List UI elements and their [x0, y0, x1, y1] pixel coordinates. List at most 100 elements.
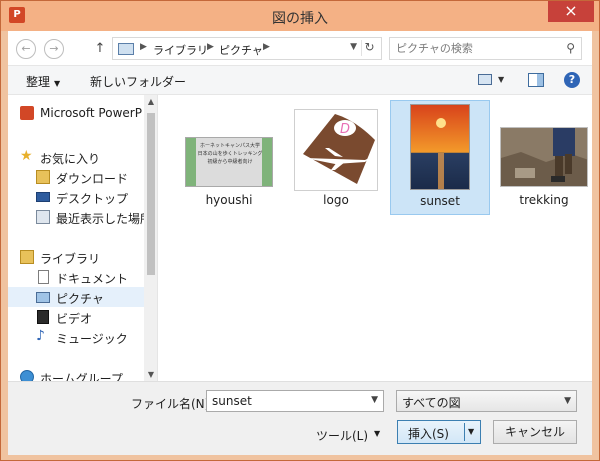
split-divider [464, 423, 465, 441]
pictures-library-icon [118, 43, 134, 55]
file-tile[interactable]: trekking [494, 103, 594, 215]
filename-combobox[interactable]: ▼ [206, 390, 384, 412]
nav-item-favorites[interactable]: ★ お気に入り [8, 147, 144, 167]
breadcrumb-separator[interactable]: ▶ [140, 42, 147, 52]
breadcrumb-separator[interactable]: ▶ [263, 42, 270, 52]
organize-label: 整理 [26, 75, 51, 89]
thumbnail-text: 初級から中級者向け [207, 159, 253, 165]
file-tile[interactable]: D logo [286, 103, 386, 215]
title-bar[interactable]: P 図の挿入 × [1, 1, 599, 31]
nav-label: ビデオ [56, 312, 93, 326]
tools-label: ツール(L) [316, 429, 369, 443]
file-tile[interactable]: ホーネットキャンパス大学 日本の山を歩くトレッキング 初級から中級者向け hyo… [179, 103, 279, 215]
address-history-dropdown[interactable]: ▼ [350, 42, 357, 52]
nav-item-music[interactable]: ♪ ミュージック [8, 327, 144, 347]
file-name: sunset [420, 194, 460, 208]
up-button[interactable]: ↑ [92, 39, 108, 59]
file-thumbnail: D [294, 109, 378, 191]
file-thumbnail [410, 104, 470, 190]
filename-input[interactable] [207, 391, 365, 411]
logo-letter: D [340, 122, 350, 137]
filename-label: ファイル名(N): [131, 397, 214, 411]
forward-button[interactable]: → [44, 39, 64, 59]
nav-item-powerpoint[interactable]: Microsoft PowerP [8, 103, 144, 123]
logo-image: D [303, 114, 375, 184]
nav-label: ホームグループ [40, 372, 123, 381]
scrollbar-thumb[interactable] [147, 113, 155, 275]
nav-label: ドキュメント [56, 272, 129, 286]
preview-pane-icon[interactable] [528, 73, 544, 87]
address-bar[interactable]: ▶ ライブラリ ▶ ピクチャ ▶ ▼ ↻ [112, 37, 382, 60]
search-box[interactable]: ⚲ [389, 37, 582, 60]
help-icon[interactable]: ? [564, 72, 580, 88]
thumbnail-text: 日本の山を歩くトレッキング [197, 151, 263, 157]
trekking-image [501, 128, 587, 186]
close-button[interactable]: × [548, 1, 594, 22]
change-view-icon[interactable] [478, 74, 492, 85]
organize-button[interactable]: 整理 ▼ [26, 73, 60, 90]
file-name: hyoushi [205, 193, 253, 207]
nav-label: デスクトップ [56, 192, 129, 206]
insert-label: 挿入(S) [408, 427, 449, 441]
command-toolbar: 整理 ▼ 新しいフォルダー ▼ ? [8, 65, 592, 95]
nav-item-homegroup[interactable]: ホームグループ [8, 367, 144, 381]
nav-item-documents[interactable]: ドキュメント [8, 267, 144, 287]
file-name: logo [323, 193, 349, 207]
star-icon: ★ [20, 148, 33, 164]
library-icon [20, 250, 34, 264]
cancel-button[interactable]: キャンセル [493, 420, 577, 444]
pictures-icon [36, 292, 50, 303]
refresh-icon[interactable]: ↻ [361, 40, 377, 56]
insert-picture-dialog: P 図の挿入 × ← → ↑ ▶ ライブラリ ▶ ピクチャ ▶ ▼ ↻ ⚲ [0, 0, 600, 461]
nav-label: 最近表示した場所 [56, 212, 153, 226]
file-thumbnail [500, 127, 588, 187]
insert-options-dropdown[interactable]: ▼ [468, 427, 474, 436]
breadcrumb-separator[interactable]: ▶ [207, 42, 214, 52]
navigation-pane-scrollbar[interactable]: ▲ ▼ [144, 95, 157, 381]
file-name: trekking [519, 193, 569, 207]
nav-label: ダウンロード [56, 172, 129, 186]
nav-item-libraries[interactable]: ライブラリ [8, 247, 144, 267]
chevron-down-icon: ▼ [374, 429, 381, 438]
new-folder-button[interactable]: 新しいフォルダー [90, 73, 186, 90]
file-thumbnail: ホーネットキャンパス大学 日本の山を歩くトレッキング 初級から中級者向け [185, 137, 273, 187]
navigation-bar: ← → ↑ ▶ ライブラリ ▶ ピクチャ ▶ ▼ ↻ ⚲ [8, 31, 592, 65]
file-type-select[interactable]: すべての図 ▼ [396, 390, 577, 412]
dialog-footer: ファイル名(N): ▼ すべての図 ▼ ツール(L) ▼ 挿入(S) ▼ キャン… [8, 381, 592, 455]
chevron-down-icon[interactable]: ▼ [371, 395, 378, 405]
scroll-down-arrow[interactable]: ▼ [144, 370, 157, 379]
nav-item-downloads[interactable]: ダウンロード [8, 167, 144, 187]
nav-item-desktop[interactable]: デスクトップ [8, 187, 144, 207]
file-tile-selected[interactable]: sunset [390, 100, 490, 215]
thumbnail-text: ホーネットキャンパス大学 [199, 143, 260, 149]
file-type-value: すべての図 [402, 396, 461, 410]
view-options-dropdown[interactable]: ▼ [498, 75, 504, 84]
powerpoint-icon [20, 106, 34, 120]
tools-button[interactable]: ツール(L) ▼ [308, 424, 386, 446]
file-list: ホーネットキャンパス大学 日本の山を歩くトレッキング 初級から中級者向け hyo… [159, 95, 592, 381]
nav-label: お気に入り [40, 152, 101, 166]
nav-label: ライブラリ [40, 252, 101, 266]
nav-label: ピクチャ [56, 292, 104, 306]
download-folder-icon [36, 170, 50, 184]
dialog-title: 図の挿入 [272, 11, 328, 27]
sunset-image [411, 105, 469, 189]
desktop-icon [36, 192, 50, 202]
nav-item-videos[interactable]: ビデオ [8, 307, 144, 327]
scroll-up-arrow[interactable]: ▲ [144, 97, 157, 106]
videos-icon [37, 310, 49, 324]
search-icon[interactable]: ⚲ [566, 41, 575, 55]
breadcrumb-library[interactable]: ライブラリ [153, 42, 208, 58]
nav-item-recent-places[interactable]: 最近表示した場所 [8, 207, 152, 227]
documents-icon [38, 270, 49, 284]
dialog-client: ← → ↑ ▶ ライブラリ ▶ ピクチャ ▶ ▼ ↻ ⚲ 整理▼ 新 [8, 31, 592, 455]
search-input[interactable] [390, 38, 560, 59]
insert-button[interactable]: 挿入(S) ▼ [397, 420, 481, 444]
back-button[interactable]: ← [16, 39, 36, 59]
music-icon: ♪ [36, 328, 45, 344]
homegroup-icon [20, 370, 34, 381]
chevron-down-icon: ▼ [564, 396, 571, 406]
nav-label: Microsoft PowerP [40, 106, 142, 120]
nav-item-pictures[interactable]: ピクチャ [8, 287, 144, 307]
breadcrumb-pictures[interactable]: ピクチャ [219, 42, 263, 58]
